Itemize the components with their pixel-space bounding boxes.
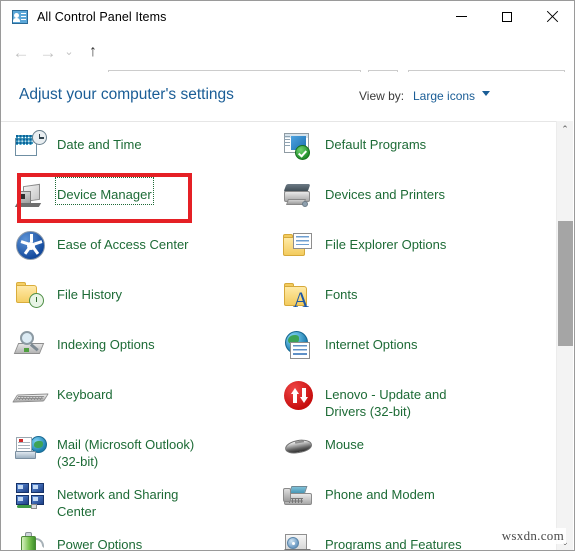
page-title: Adjust your computer's settings	[19, 86, 234, 103]
window-title: All Control Panel Items	[37, 9, 167, 24]
programs-and-features-icon	[281, 529, 316, 550]
forward-button[interactable]: →	[36, 40, 60, 64]
maximize-icon	[501, 11, 512, 22]
cp-item-lenovo-update-and-drivers[interactable]: Lenovo - Update and Drivers (32-bit)	[279, 372, 551, 422]
cp-item-label: Keyboard	[57, 387, 113, 402]
back-arrow-icon: ←	[12, 42, 30, 62]
cp-item-device-manager[interactable]: Device Manager	[11, 172, 283, 222]
cp-item-label: Ease of Access Center	[57, 237, 189, 252]
close-button[interactable]	[529, 1, 574, 32]
cp-item-label: Lenovo - Update and Drivers (32-bit)	[325, 387, 447, 419]
close-icon	[546, 11, 558, 23]
view-by-label: View by:	[359, 89, 405, 103]
forward-arrow-icon: →	[39, 42, 57, 62]
default-programs-icon	[282, 129, 316, 163]
scrollbar-thumb[interactable]	[558, 221, 573, 346]
file-explorer-options-icon	[282, 229, 316, 263]
cp-item-label: Programs and Features	[325, 537, 462, 551]
minimize-button[interactable]	[439, 1, 484, 32]
scroll-up-button[interactable]: ⌃	[557, 121, 573, 138]
content-header: Adjust your computer's settings View by:…	[1, 72, 574, 121]
device-manager-icon	[14, 179, 48, 213]
minimize-icon	[456, 16, 467, 17]
power-options-icon	[14, 529, 48, 550]
devices-and-printers-icon	[282, 179, 316, 213]
cp-item-label: Date and Time	[57, 137, 142, 152]
cp-item-mouse[interactable]: Mouse	[279, 422, 551, 472]
cp-item-default-programs[interactable]: Default Programs	[279, 122, 551, 172]
chevron-down-icon: ⌄	[64, 45, 74, 58]
back-button[interactable]: ←	[9, 40, 33, 64]
cp-item-label: Fonts	[325, 287, 358, 302]
watermark-text: wsxdn.com	[499, 528, 566, 544]
keyboard-icon	[12, 379, 49, 413]
window-controls	[439, 1, 574, 32]
mail-icon	[14, 429, 48, 463]
cp-item-label: File History	[57, 287, 123, 302]
view-by-value[interactable]: Large icons	[413, 89, 475, 103]
internet-options-icon	[282, 329, 316, 363]
up-arrow-icon: ↑	[89, 43, 97, 60]
indexing-options-icon	[13, 329, 48, 363]
ease-of-access-center-icon	[14, 229, 48, 263]
navigation-bar: ← → ⌄ ↑ › Cont… › All Control Pan… ⌄ ↻	[1, 32, 574, 96]
recent-locations-button[interactable]: ⌄	[60, 40, 78, 64]
cp-item-file-explorer-options[interactable]: File Explorer Options	[279, 222, 551, 272]
chevron-up-icon: ⌃	[561, 124, 569, 134]
cp-item-label: Phone and Modem	[325, 487, 435, 502]
maximize-button[interactable]	[484, 1, 529, 32]
cp-item-date-and-time[interactable]: Date and Time	[11, 122, 283, 172]
cp-item-label: Devices and Printers	[325, 187, 445, 202]
mouse-icon	[282, 429, 316, 463]
title-bar: All Control Panel Items	[1, 1, 574, 32]
phone-and-modem-icon	[282, 479, 316, 513]
file-history-icon	[14, 279, 48, 313]
cp-item-ease-of-access-center[interactable]: Ease of Access Center	[11, 222, 283, 272]
lenovo-update-icon	[282, 379, 316, 413]
cp-item-label: Indexing Options	[57, 337, 155, 352]
cp-item-label: File Explorer Options	[325, 237, 447, 252]
cp-item-devices-and-printers[interactable]: Devices and Printers	[279, 172, 551, 222]
cp-item-label: Default Programs	[325, 137, 427, 152]
control-panel-window: All Control Panel Items ← → ⌄ ↑ Adjust y…	[0, 0, 575, 551]
cp-item-label: Power Options	[57, 537, 143, 551]
date-and-time-icon	[14, 129, 48, 163]
view-by-caret-icon[interactable]	[482, 91, 490, 96]
cp-item-internet-options[interactable]: Internet Options	[279, 322, 551, 372]
fonts-icon: A	[282, 279, 316, 313]
control-panel-items-grid: Date and Time Device Manager Ease of Acc…	[1, 121, 557, 551]
cp-item-label: Network and Sharing Center	[57, 487, 179, 519]
cp-item-network-and-sharing-center[interactable]: Network and Sharing Center	[11, 472, 283, 522]
cp-item-power-options[interactable]: Power Options	[11, 522, 283, 551]
vertical-scrollbar[interactable]: ⌃ ⌄	[556, 121, 573, 550]
cp-item-label: Mouse	[325, 437, 365, 452]
cp-item-file-history[interactable]: File History	[11, 272, 283, 322]
control-panel-icon	[12, 9, 28, 25]
network-and-sharing-center-icon	[14, 479, 48, 513]
items-left-column: Date and Time Device Manager Ease of Acc…	[11, 122, 283, 551]
cp-item-label: Internet Options	[325, 337, 418, 352]
cp-item-label: Device Manager	[55, 177, 154, 205]
up-button[interactable]: ↑	[81, 40, 105, 64]
cp-item-fonts[interactable]: A Fonts	[279, 272, 551, 322]
cp-item-mail[interactable]: Mail (Microsoft Outlook) (32-bit)	[11, 422, 283, 472]
cp-item-keyboard[interactable]: Keyboard	[11, 372, 283, 422]
cp-item-label: Mail (Microsoft Outlook) (32-bit)	[57, 437, 195, 469]
items-right-column: Default Programs Devices and Printers Fi…	[279, 122, 551, 551]
cp-item-indexing-options[interactable]: Indexing Options	[11, 322, 283, 372]
cp-item-phone-and-modem[interactable]: Phone and Modem	[279, 472, 551, 522]
